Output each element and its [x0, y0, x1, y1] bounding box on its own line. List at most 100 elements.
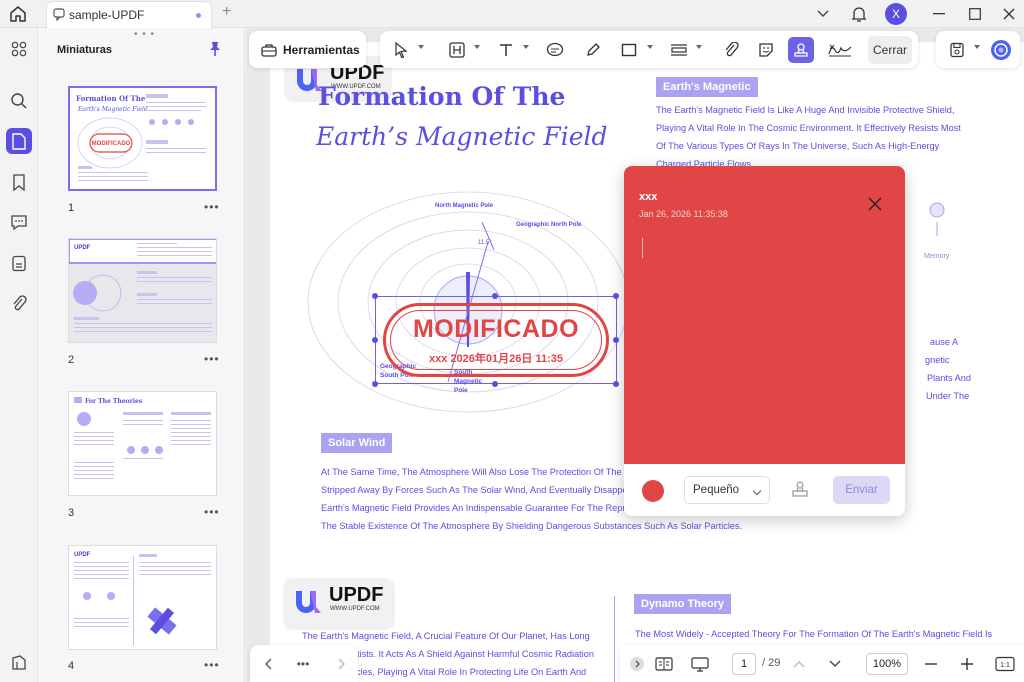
comments-icon[interactable]	[6, 209, 32, 235]
stamp-list-icon[interactable]	[6, 250, 32, 276]
layers-icon[interactable]	[6, 650, 32, 676]
user-avatar[interactable]: X	[884, 0, 908, 28]
close-tool-button[interactable]: Cerrar	[868, 36, 912, 64]
chevron-left-icon[interactable]	[256, 651, 282, 677]
zoom-level[interactable]: 100%	[866, 653, 908, 675]
new-tab-button[interactable]: +	[222, 3, 231, 21]
chevron-down-page-icon[interactable]	[822, 651, 848, 677]
apps-grid-icon[interactable]	[6, 36, 32, 62]
measure-options-chevron-icon[interactable]	[696, 45, 702, 49]
svg-text:Formation Of The: Formation Of The	[76, 94, 146, 103]
collapse-bar-icon[interactable]	[624, 651, 650, 677]
tools-button[interactable]: Herramientas	[249, 31, 366, 68]
text-options-chevron-icon[interactable]	[523, 45, 529, 49]
pencil-icon[interactable]	[580, 37, 606, 63]
memory-diagram-node	[929, 202, 945, 236]
signature-icon[interactable]	[824, 37, 856, 63]
thumbnail-page-2[interactable]: UPDF	[68, 238, 217, 343]
shape-rectangle-icon[interactable]	[616, 37, 642, 63]
svg-text:1:1: 1:1	[1000, 662, 1010, 669]
resize-handle-tl[interactable]	[372, 293, 378, 299]
chevron-up-icon[interactable]	[786, 651, 812, 677]
cursor-options-chevron-icon[interactable]	[418, 45, 424, 49]
thumbnail-page-1[interactable]: Formation Of The Earth's Magnetic Field …	[68, 86, 217, 191]
thumbnail-4-preview: UPDF	[74, 552, 211, 646]
resize-handle-br[interactable]	[613, 381, 619, 387]
avatar-initial: X	[885, 3, 907, 25]
attach-file-icon[interactable]	[718, 37, 744, 63]
more-options-icon[interactable]: •••	[290, 651, 316, 677]
thumbnail-page-3[interactable]: For The Theories	[68, 391, 217, 496]
resize-handle-bl[interactable]	[372, 381, 378, 387]
select-cursor-icon[interactable]	[388, 37, 414, 63]
stamp-tool-icon[interactable]	[788, 37, 814, 63]
panel-resize-grip[interactable]: • • •	[134, 29, 155, 40]
right-fragment-1: ause A	[930, 337, 959, 347]
bell-icon[interactable]	[848, 0, 870, 28]
panel-title: Miniaturas	[57, 44, 113, 56]
chevron-right-icon[interactable]	[328, 651, 354, 677]
secondary-toolbar	[936, 31, 1020, 68]
minimize-button[interactable]	[926, 0, 952, 28]
actual-size-icon[interactable]: 1:1	[992, 651, 1018, 677]
comment-color-picker[interactable]	[642, 480, 664, 502]
thumbnail-2-more-button[interactable]: •••	[204, 352, 220, 366]
thumbnail-3-more-button[interactable]: •••	[204, 505, 220, 519]
resize-handle-t[interactable]	[492, 293, 498, 299]
close-window-button[interactable]	[996, 0, 1022, 28]
close-icon[interactable]	[866, 195, 884, 213]
resize-handle-b[interactable]	[492, 381, 498, 387]
total-pages: / 29	[762, 657, 781, 669]
measure-icon[interactable]	[666, 37, 692, 63]
ai-assistant-icon[interactable]	[988, 37, 1014, 63]
annotation-toolbar: Cerrar	[380, 31, 918, 68]
modificado-stamp[interactable]: MODIFICADO xxx 2026年01月26日 11:35	[383, 303, 609, 377]
stamp-date: xxx 2026年01月26日 11:35	[429, 353, 563, 365]
pin-icon[interactable]	[208, 41, 222, 62]
send-button[interactable]: Enviar	[833, 476, 890, 504]
pages-icon[interactable]	[6, 128, 32, 154]
text-icon[interactable]	[493, 37, 519, 63]
thumbnail-3-title: For The Theories	[85, 398, 143, 405]
sticker-icon[interactable]	[753, 37, 779, 63]
label-north-magnetic: North Magnetic Pole	[435, 203, 494, 209]
zoom-in-icon[interactable]	[954, 651, 980, 677]
right-fragment-3: Plants And	[927, 373, 971, 383]
resize-handle-r[interactable]	[613, 337, 619, 343]
chevron-down-icon	[752, 486, 762, 496]
maximize-button[interactable]	[962, 0, 988, 28]
thumbnail-1-more-button[interactable]: •••	[204, 200, 220, 214]
title-bar: sample-UPDF + X	[0, 0, 1024, 28]
reading-mode-icon[interactable]	[651, 651, 677, 677]
home-icon[interactable]	[8, 4, 28, 24]
bookmark-icon[interactable]	[6, 169, 32, 195]
page-nav-bar: •••	[250, 645, 358, 682]
doc-title-line1: Formation Of The	[318, 82, 566, 111]
stamp-icon[interactable]	[791, 480, 809, 503]
presentation-icon[interactable]	[687, 651, 713, 677]
solar-line-4: The Stable Existence Of The Atmosphere B…	[321, 521, 743, 531]
current-page-input[interactable]: 1	[732, 653, 756, 675]
thumbnail-stamp-text: MODIFICADO	[92, 141, 131, 147]
search-icon[interactable]	[6, 88, 32, 114]
resize-handle-tr[interactable]	[613, 293, 619, 299]
comment-text-area[interactable]: xxx Jan 26, 2026 11:35:38	[624, 166, 905, 464]
chevron-down-icon[interactable]	[812, 0, 834, 28]
resize-handle-l[interactable]	[372, 337, 378, 343]
font-size-select[interactable]: Pequeño	[684, 476, 770, 504]
lower-left-line-3: cles, Playing A Vital Role In Protecting…	[356, 667, 587, 677]
shape-options-chevron-icon[interactable]	[647, 45, 653, 49]
save-options-chevron-icon[interactable]	[974, 45, 980, 49]
zoom-out-icon[interactable]	[918, 651, 944, 677]
text-box-icon[interactable]	[444, 37, 470, 63]
thumbnail-4-number: 4	[68, 660, 75, 672]
textbox-options-chevron-icon[interactable]	[474, 45, 480, 49]
document-tab[interactable]: sample-UPDF	[46, 1, 212, 28]
comment-doc-icon	[53, 7, 65, 26]
save-icon[interactable]	[944, 37, 970, 63]
thumbnail-4-more-button[interactable]: •••	[204, 658, 220, 672]
thumbnail-page-4[interactable]: UPDF	[68, 545, 217, 650]
attachment-icon[interactable]	[6, 290, 32, 316]
comment-icon[interactable]	[542, 37, 568, 63]
section-solar-wind: Solar Wind	[321, 433, 393, 453]
